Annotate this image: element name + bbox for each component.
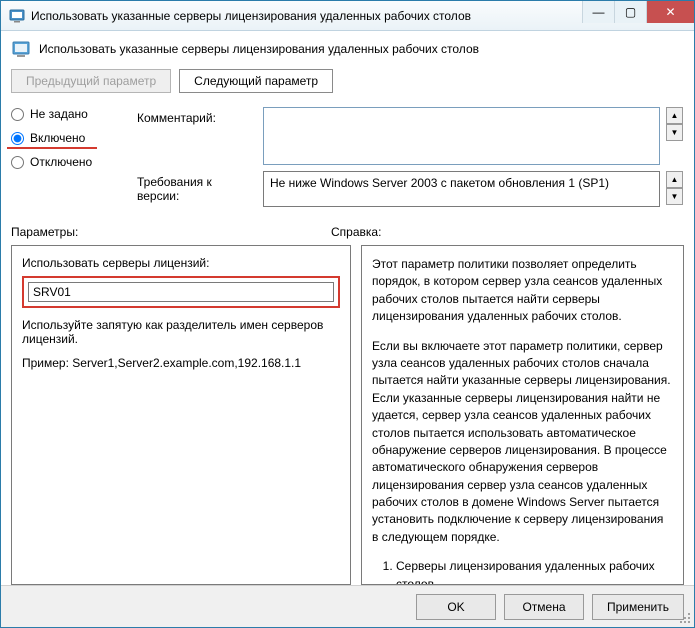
radio-enabled-label: Включено	[30, 131, 85, 145]
window-title: Использовать указанные серверы лицензиро…	[31, 9, 582, 23]
radio-not-configured-input[interactable]	[11, 108, 24, 121]
radio-not-configured[interactable]: Не задано	[11, 107, 121, 121]
ok-button[interactable]: OK	[416, 594, 496, 620]
radio-not-configured-label: Не задано	[30, 107, 88, 121]
comment-spin-down[interactable]: ▼	[666, 124, 683, 141]
options-section-label: Параметры:	[11, 225, 331, 239]
radio-enabled[interactable]: Включено	[11, 131, 121, 145]
comment-input[interactable]	[263, 107, 660, 165]
license-servers-label: Использовать серверы лицензий:	[22, 256, 340, 270]
license-servers-input[interactable]	[28, 282, 334, 302]
next-setting-button[interactable]: Следующий параметр	[179, 69, 333, 93]
requirements-spin-up[interactable]: ▲	[666, 171, 683, 188]
help-list-item-1: Серверы лицензирования удаленных рабочих…	[396, 558, 673, 585]
cancel-button[interactable]: Отмена	[504, 594, 584, 620]
requirements-label: Требования к версии:	[137, 171, 257, 203]
policy-editor-window: Использовать указанные серверы лицензиро…	[0, 0, 695, 628]
servers-hint: Используйте запятую как разделитель имен…	[22, 318, 340, 346]
help-panel[interactable]: Этот параметр политики позволяет определ…	[361, 245, 684, 585]
servers-example: Пример: Server1,Server2.example.com,192.…	[22, 356, 340, 370]
resize-grip-icon[interactable]	[679, 612, 691, 624]
maximize-button[interactable]: ▢	[614, 1, 646, 23]
titlebar[interactable]: Использовать указанные серверы лицензиро…	[1, 1, 694, 31]
minimize-button[interactable]: —	[582, 1, 614, 23]
help-para-1: Этот параметр политики позволяет определ…	[372, 256, 673, 326]
dialog-footer: OK Отмена Применить	[1, 585, 694, 627]
comment-spin-up[interactable]: ▲	[666, 107, 683, 124]
apply-button[interactable]: Применить	[592, 594, 684, 620]
requirements-value: Не ниже Windows Server 2003 с пакетом об…	[270, 176, 609, 190]
policy-icon	[11, 39, 31, 59]
radio-disabled[interactable]: Отключено	[11, 155, 121, 169]
highlight-box	[22, 276, 340, 308]
previous-setting-button: Предыдущий параметр	[11, 69, 171, 93]
radio-disabled-label: Отключено	[30, 155, 92, 169]
options-panel: Использовать серверы лицензий: Используй…	[11, 245, 351, 585]
radio-disabled-input[interactable]	[11, 156, 24, 169]
requirements-spin-down[interactable]: ▼	[666, 188, 683, 205]
close-button[interactable]: ✕	[646, 1, 694, 23]
comment-label: Комментарий:	[137, 107, 257, 125]
requirements-box: Не ниже Windows Server 2003 с пакетом об…	[263, 171, 660, 207]
highlight-underline	[7, 147, 97, 149]
radio-enabled-input[interactable]	[11, 132, 24, 145]
help-para-2: Если вы включаете этот параметр политики…	[372, 338, 673, 547]
policy-title: Использовать указанные серверы лицензиро…	[39, 42, 479, 56]
help-section-label: Справка:	[331, 225, 684, 239]
app-icon	[9, 8, 25, 24]
